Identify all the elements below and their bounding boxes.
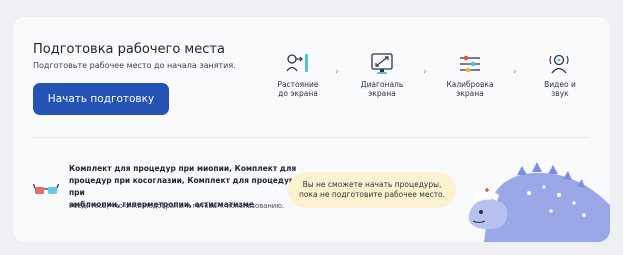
diagonal-icon bbox=[371, 53, 393, 74]
dinosaur-mascot-icon bbox=[468, 162, 610, 242]
page-subtitle: Подготовьте рабочее место до начала заня… bbox=[33, 61, 236, 70]
bubble-line-1: Вы не сможете начать процедуры, bbox=[302, 180, 442, 189]
step-calibration-label-1: Калибровка bbox=[446, 80, 494, 89]
step-distance-label-1: Растояние bbox=[277, 80, 319, 89]
step-video-sound[interactable]: Видео и звук bbox=[529, 51, 591, 98]
kit-line-2: процедур при косоглазии, Комплект для пр… bbox=[69, 176, 295, 197]
kit-note: Убедитесь, что очки подобраны и готовы к… bbox=[69, 202, 285, 210]
bubble-line-2: пока не подготовите рабочее место. bbox=[298, 190, 446, 199]
glasses-icon bbox=[33, 183, 59, 194]
step-video-sound-label-1: Видео и bbox=[544, 80, 576, 89]
preparation-card: Подготовка рабочего места Подготовьте ра… bbox=[13, 17, 610, 242]
step-calibration[interactable]: Калибровка экрана bbox=[439, 51, 501, 98]
step-distance-label-2: до экрана bbox=[278, 89, 318, 98]
kit-line-1: Комплект для процедур при миопии, Компле… bbox=[69, 164, 297, 173]
step-distance[interactable]: Растояние до экрана bbox=[267, 51, 329, 98]
step-diagonal-label-1: Диагональ bbox=[360, 80, 404, 89]
step-diagonal-label-2: экрана bbox=[368, 89, 396, 98]
step-calibration-label-2: экрана bbox=[456, 89, 484, 98]
warning-bubble: Вы не сможете начать процедуры, пока не … bbox=[288, 172, 456, 208]
chevron-right-icon: › bbox=[423, 67, 427, 77]
chevron-right-icon: › bbox=[513, 67, 517, 77]
distance-icon bbox=[286, 54, 308, 72]
divider bbox=[33, 137, 590, 138]
chevron-right-icon: › bbox=[335, 67, 339, 77]
video-sound-icon bbox=[549, 54, 569, 74]
step-diagonal[interactable]: Диагональ экрана bbox=[351, 51, 413, 98]
page-title: Подготовка рабочего места bbox=[33, 42, 225, 57]
calibration-icon bbox=[460, 55, 480, 73]
step-video-sound-label-2: звук bbox=[551, 89, 569, 98]
start-preparation-button[interactable]: Начать подготовку bbox=[33, 83, 169, 115]
